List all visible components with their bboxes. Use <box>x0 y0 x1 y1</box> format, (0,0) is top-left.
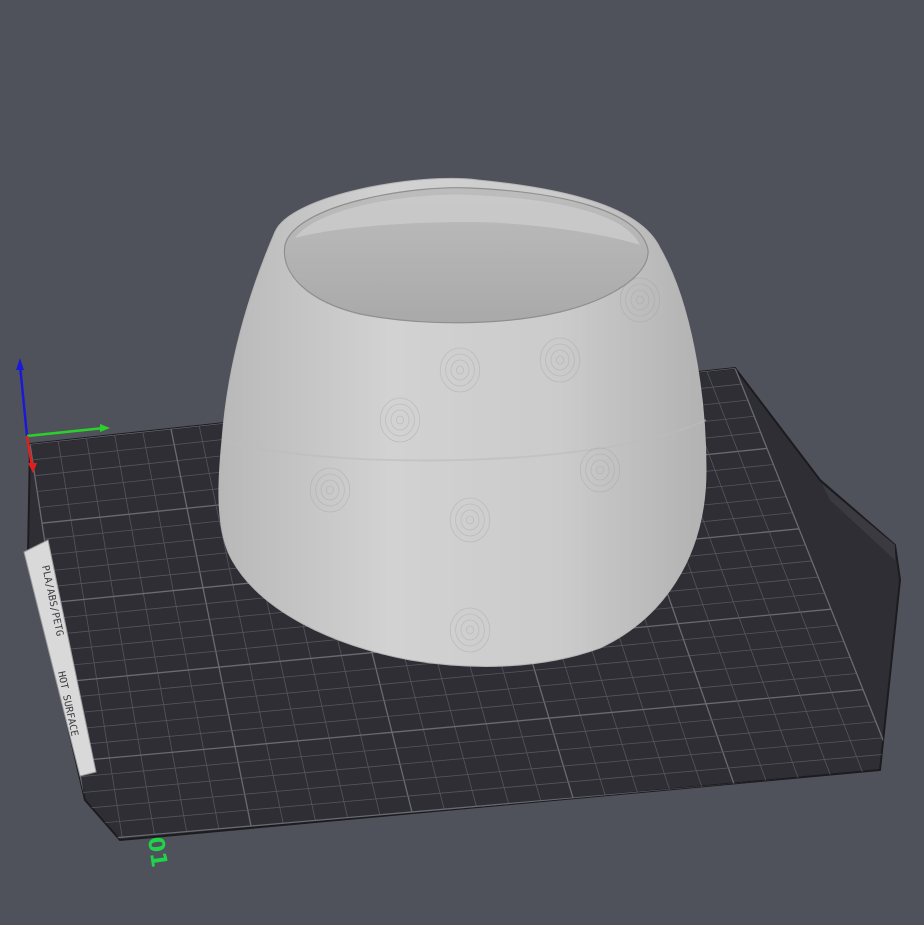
bed-index-label: 01 <box>142 835 171 869</box>
3d-viewport[interactable]: PLA/ABS/PETG HOT SURFACE 01 <box>0 0 924 925</box>
y-axis <box>26 426 105 438</box>
model-vase[interactable] <box>218 177 707 667</box>
scene-canvas[interactable]: PLA/ABS/PETG HOT SURFACE 01 <box>0 0 924 925</box>
z-axis <box>18 364 29 437</box>
